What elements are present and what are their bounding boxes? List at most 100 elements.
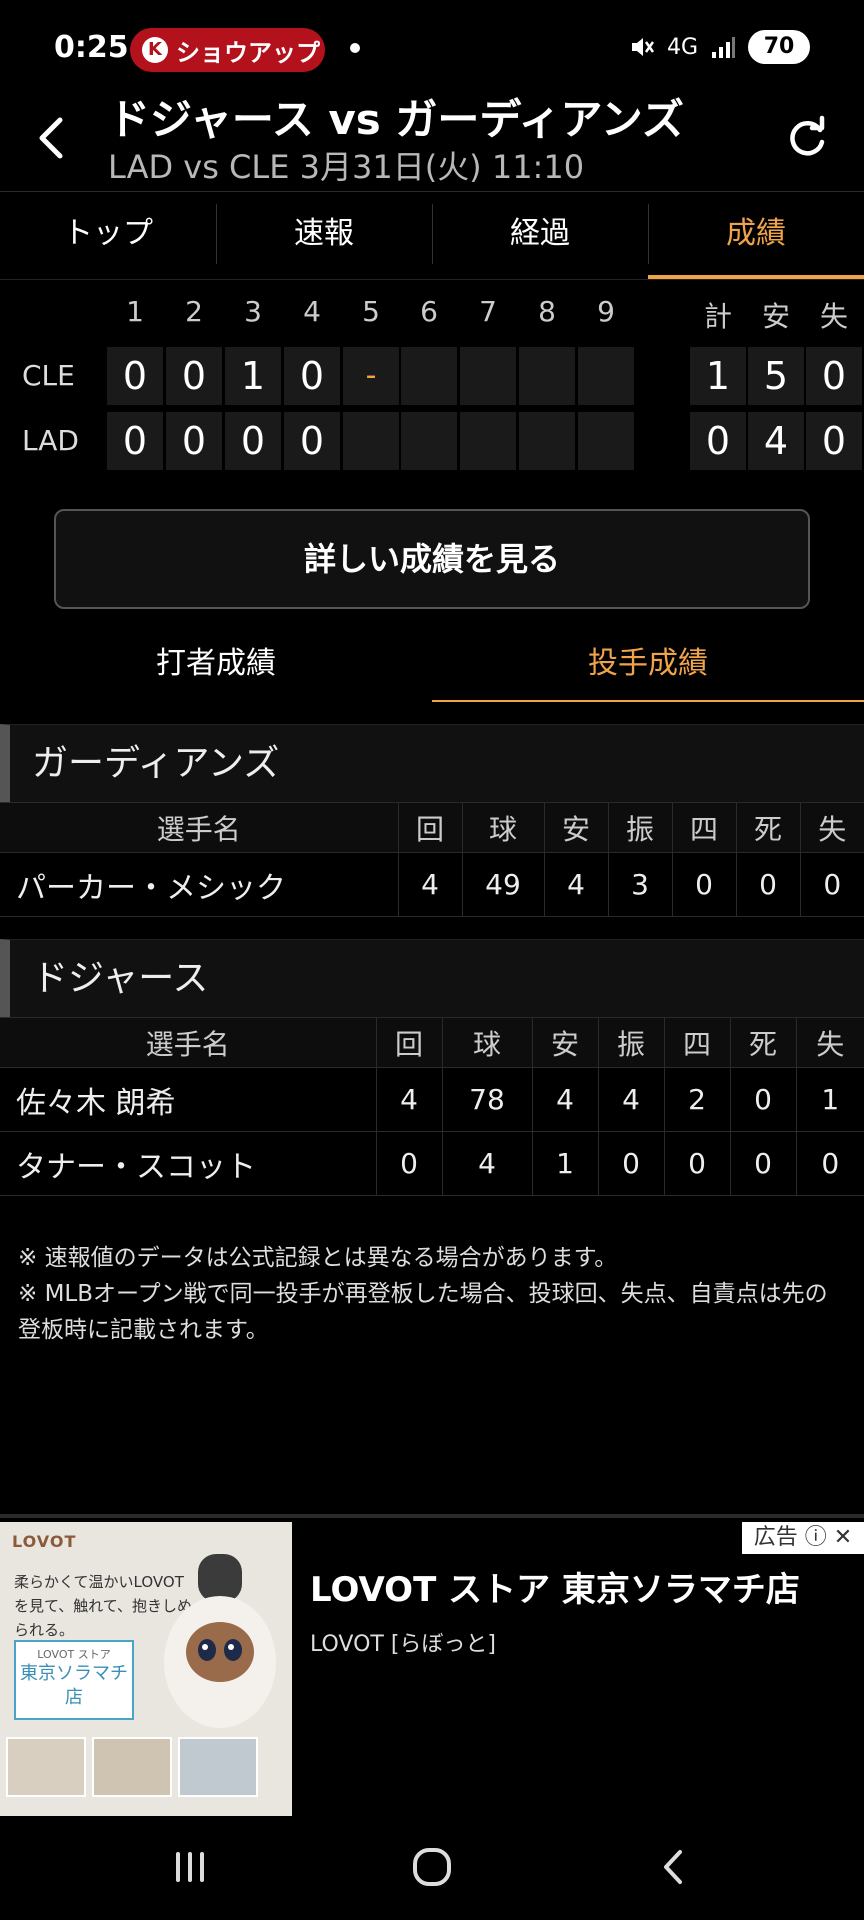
inning-score-cell	[519, 412, 575, 470]
page-title: ドジャース vs ガーディアンズ	[108, 95, 684, 144]
total-cell: 0	[690, 412, 746, 470]
totals-header: 失	[819, 300, 848, 333]
note-line: ※ MLBオープン戦で同一投手が再登板した場合、投球回、失点、自責点は先の登板時…	[18, 1281, 828, 1343]
totals-header: 計	[703, 300, 732, 333]
ad-image[interactable]: LOVOT 柔らかくて温かいLOVOTを見て、触れて、抱きしめられる。 LOVO…	[0, 1522, 292, 1816]
mute-icon	[631, 38, 654, 56]
stat-cell: 1	[531, 1131, 599, 1196]
ad-label-text: 広告	[753, 1525, 798, 1550]
stat-cell: 3	[607, 852, 673, 917]
system-icons: 4G 70	[629, 30, 810, 64]
stat-cell: 4	[597, 1067, 665, 1132]
team-header-guardians: ガーディアンズ	[0, 724, 864, 802]
ad-photo-thumb	[6, 1737, 86, 1797]
system-nav-bar	[0, 1812, 864, 1920]
back-arrow-icon	[664, 1850, 682, 1884]
inning-score-cell: 0	[107, 412, 163, 470]
col-pitches: 球	[461, 802, 545, 853]
tab-live[interactable]: 速報	[216, 192, 432, 279]
stat-cell: 4	[441, 1131, 533, 1196]
col-strikeouts: 振	[607, 802, 673, 853]
home-icon	[413, 1848, 451, 1886]
col-strikeouts: 振	[597, 1017, 665, 1068]
back-button[interactable]	[26, 110, 82, 166]
table-header-row: 選手名 回 球 安 振 四 死 失	[0, 1017, 864, 1068]
ad-store-name: 東京ソラマチ店	[20, 1663, 128, 1708]
stat-cell: 0	[671, 852, 737, 917]
stat-cell: 0	[735, 852, 801, 917]
close-icon[interactable]: ✕	[834, 1525, 852, 1550]
col-innings: 回	[375, 1017, 443, 1068]
total-cell: 0	[806, 347, 862, 405]
note-line: ※ 速報値のデータは公式記録とは異なる場合があります。	[18, 1245, 618, 1271]
total-cell: 4	[748, 412, 804, 470]
total-cell: 1	[690, 347, 746, 405]
inning-header: 8	[538, 295, 556, 328]
col-hits: 安	[531, 1017, 599, 1068]
total-cell: 5	[748, 347, 804, 405]
lovot-robot-icon	[164, 1554, 276, 1728]
inning-score-cell: 0	[225, 412, 281, 470]
stat-cell: 1	[795, 1067, 864, 1132]
ad-store-small: LOVOT ストア	[37, 1648, 111, 1661]
main-tabs: トップ 速報 経過 成績	[0, 192, 864, 280]
tab-batting-stats[interactable]: 打者成績	[0, 632, 432, 702]
inning-score-cell	[578, 347, 634, 405]
refresh-button[interactable]	[780, 112, 834, 166]
inning-header: 2	[185, 295, 203, 328]
inning-score-cell: 1	[225, 347, 281, 405]
stat-cell: 0	[663, 1131, 731, 1196]
tab-top[interactable]: トップ	[0, 192, 216, 279]
notification-pill-label: ショウアップ	[176, 38, 320, 67]
inning-score-cell	[519, 347, 575, 405]
tab-pitching-stats[interactable]: 投手成績	[432, 632, 864, 702]
disclaimer-notes: ※ 速報値のデータは公式記録とは異なる場合があります。 ※ MLBオープン戦で同…	[18, 1240, 848, 1348]
network-type: 4G	[666, 34, 698, 60]
inning-header: 7	[479, 295, 497, 328]
table-header-row: 選手名 回 球 安 振 四 死 失	[0, 802, 864, 853]
status-bar: 0:25 K ショウアップ 4G 70	[0, 0, 864, 86]
pitcher-row[interactable]: パーカー・メシック 4 49 4 3 0 0 0	[0, 852, 864, 917]
pitcher-name: タナー・スコット	[0, 1131, 377, 1196]
home-button[interactable]	[402, 1842, 462, 1892]
inning-score-cell	[460, 412, 516, 470]
inning-header: 4	[303, 295, 321, 328]
col-walks: 四	[663, 1017, 731, 1068]
stat-cell: 0	[597, 1131, 665, 1196]
inning-score-cell: 0	[284, 347, 340, 405]
ad-label[interactable]: 広告 ⓘ ✕	[742, 1522, 864, 1554]
ad-store-card: LOVOT ストア 東京ソラマチ店	[14, 1640, 134, 1720]
stat-cell: 0	[729, 1131, 797, 1196]
inning-score-cell: 0	[107, 347, 163, 405]
ad-banner[interactable]: LOVOT 柔らかくて温かいLOVOTを見て、触れて、抱きしめられる。 LOVO…	[0, 1514, 864, 1816]
inning-header: 3	[244, 295, 262, 328]
pitcher-row[interactable]: 佐々木 朗希 4 78 4 4 2 0 1	[0, 1067, 864, 1132]
col-runs: 失	[795, 1017, 864, 1068]
inning-score-cell	[460, 347, 516, 405]
inning-score-cell	[578, 412, 634, 470]
inning-score-cell: 0	[284, 412, 340, 470]
col-player: 選手名	[0, 802, 399, 853]
clock: 0:25	[54, 30, 129, 65]
stat-cell: 0	[375, 1131, 443, 1196]
pitcher-name: パーカー・メシック	[0, 852, 399, 917]
ad-title[interactable]: LOVOT ストア 東京ソラマチ店	[310, 1562, 800, 1611]
col-pitches: 球	[441, 1017, 533, 1068]
stat-cell: 4	[375, 1067, 443, 1132]
recent-apps-button[interactable]	[160, 1842, 220, 1892]
detailed-stats-button[interactable]: 詳しい成績を見る	[54, 509, 810, 609]
pitcher-row[interactable]: タナー・スコット 0 4 1 0 0 0 0	[0, 1131, 864, 1196]
tab-stats[interactable]: 成績	[648, 192, 864, 279]
team-abbr: CLE	[22, 359, 75, 392]
col-runs: 失	[799, 802, 864, 853]
signal-icon	[712, 37, 735, 58]
totals-header: 安	[761, 300, 790, 333]
col-walks: 四	[671, 802, 737, 853]
inning-header: 5	[362, 295, 380, 328]
stat-cell: 4	[397, 852, 463, 917]
system-back-button[interactable]	[644, 1842, 704, 1892]
notification-pill[interactable]: K ショウアップ	[130, 28, 325, 72]
chevron-left-icon	[39, 117, 63, 159]
col-hits: 安	[543, 802, 609, 853]
tab-progress[interactable]: 経過	[432, 192, 648, 279]
